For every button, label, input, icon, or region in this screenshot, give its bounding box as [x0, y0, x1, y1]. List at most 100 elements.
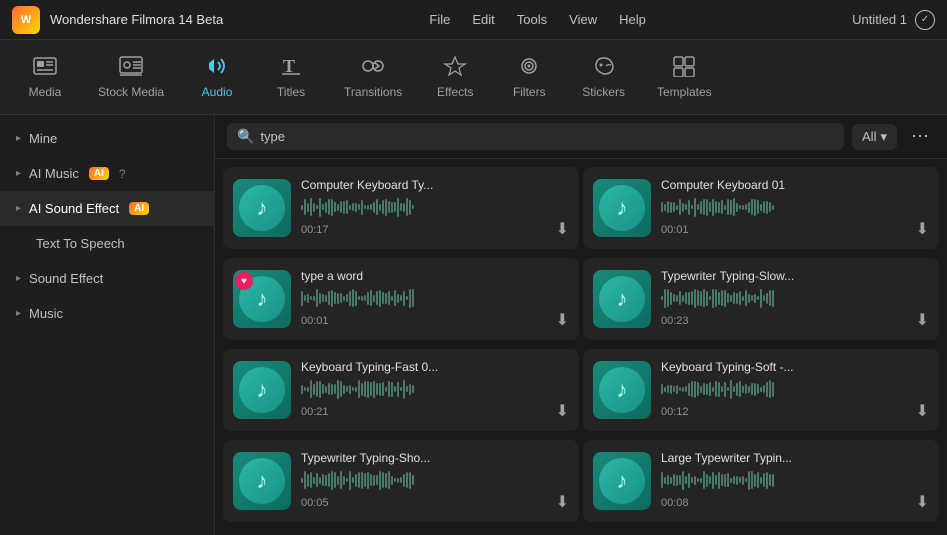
waveform-bar [667, 385, 669, 393]
nav-effects-label: Effects [437, 85, 473, 99]
search-filter-dropdown[interactable]: All ▾ [852, 124, 897, 150]
waveform-bar [313, 384, 315, 395]
waveform-bar [319, 293, 321, 304]
audio-title: Keyboard Typing-Soft -... [661, 360, 929, 374]
waveform-bar [700, 386, 702, 393]
sound-effect-arrow-icon: ▸ [16, 273, 21, 284]
sidebar-item-mine[interactable]: ▸ Mine [0, 121, 214, 156]
waveform-bar [676, 295, 678, 302]
sidebar: ▸ Mine ▸ AI Music AI ? ▸ AI Sound Effect… [0, 115, 215, 535]
waveform-bar [304, 471, 306, 489]
menu-edit[interactable]: Edit [470, 8, 496, 31]
audio-title: Typewriter Typing-Sho... [301, 451, 569, 465]
waveform-bar [679, 291, 681, 305]
sidebar-item-sound-effect[interactable]: ▸ Sound Effect [0, 261, 214, 296]
waveform-bar [358, 204, 360, 210]
download-button[interactable]: ⬇ [916, 404, 929, 420]
waveform-bar [391, 476, 393, 485]
sidebar-item-music[interactable]: ▸ Music [0, 296, 214, 331]
waveform-bar [301, 385, 303, 394]
audio-card[interactable]: ♥♪type a word00:01⬇ [223, 258, 579, 340]
sidebar-item-ai-music[interactable]: ▸ AI Music AI ? [0, 156, 214, 191]
sidebar-item-ai-sound-effect[interactable]: ▸ AI Sound Effect AI [0, 191, 214, 226]
nav-media[interactable]: Media [10, 45, 80, 110]
audio-card[interactable]: ♪Typewriter Typing-Slow...00:23⬇ [583, 258, 939, 340]
nav-templates[interactable]: Templates [643, 45, 726, 110]
waveform-bar [694, 198, 696, 217]
sidebar-item-text-to-speech[interactable]: Text To Speech [0, 226, 214, 261]
download-button[interactable]: ⬇ [916, 495, 929, 511]
audio-card[interactable]: ♪Keyboard Typing-Fast 0...00:21⬇ [223, 349, 579, 431]
waveform-bar [307, 203, 309, 212]
waveform-bar [682, 471, 684, 490]
nav-transitions-label: Transitions [344, 85, 402, 99]
waveform-bar [304, 387, 306, 391]
waveform-bar [319, 381, 321, 398]
audio-card[interactable]: ♪Typewriter Typing-Sho...00:05⬇ [223, 440, 579, 522]
menu-view[interactable]: View [567, 8, 599, 31]
waveform-bar [334, 472, 336, 488]
waveform-bar [670, 477, 672, 484]
nav-transitions[interactable]: Transitions [330, 45, 416, 110]
nav-stickers-label: Stickers [582, 85, 625, 99]
waveform-bar [739, 381, 741, 397]
download-button[interactable]: ⬇ [556, 313, 569, 329]
search-input[interactable] [260, 129, 834, 144]
waveform-bar [364, 295, 366, 301]
waveform-bar [721, 200, 723, 214]
nav-audio[interactable]: Audio [182, 45, 252, 110]
download-button[interactable]: ⬇ [916, 313, 929, 329]
waveform-bar [385, 473, 387, 488]
waveform-bar [757, 472, 759, 488]
project-status-icon[interactable]: ✓ [915, 10, 935, 30]
waveform-bar [685, 292, 687, 304]
waveform-bar [361, 200, 363, 215]
audio-card[interactable]: ♪Keyboard Typing-Soft -...00:12⬇ [583, 349, 939, 431]
waveform-bar [385, 293, 387, 304]
waveform-bar [337, 380, 339, 399]
waveform-bar [763, 385, 765, 393]
nav-stock-media-label: Stock Media [98, 85, 164, 99]
waveform-bar [748, 471, 750, 490]
waveform-bar [715, 201, 717, 213]
waveform-bar [316, 205, 318, 209]
menu-tools[interactable]: Tools [515, 8, 549, 31]
menu-help[interactable]: Help [617, 8, 648, 31]
download-button[interactable]: ⬇ [916, 222, 929, 238]
audio-duration: 00:01 [661, 224, 689, 236]
audio-waveform [661, 287, 929, 309]
audio-waveform [301, 378, 569, 400]
waveform-bar [400, 203, 402, 211]
more-options-button[interactable]: ⋯ [905, 124, 935, 149]
waveform-bar [319, 477, 321, 484]
waveform-bar [397, 382, 399, 397]
audio-card[interactable]: ♪Computer Keyboard 0100:01⬇ [583, 167, 939, 249]
audio-card[interactable]: ♪Large Typewriter Typin...00:08⬇ [583, 440, 939, 522]
nav-templates-label: Templates [657, 85, 712, 99]
waveform-bar [328, 199, 330, 215]
waveform-bar [406, 472, 408, 488]
audio-footer: 00:23⬇ [661, 313, 929, 329]
search-input-wrapper[interactable]: 🔍 [227, 123, 844, 150]
nav-titles[interactable]: T Titles [256, 45, 326, 110]
waveform-bar [712, 289, 714, 308]
menu-file[interactable]: File [427, 8, 452, 31]
waveform-bar [697, 204, 699, 210]
download-button[interactable]: ⬇ [556, 404, 569, 420]
nav-filters[interactable]: Filters [494, 45, 564, 110]
nav-stickers[interactable]: Stickers [568, 45, 639, 110]
nav-stock-media[interactable]: Stock Media [84, 45, 178, 110]
nav-effects[interactable]: Effects [420, 45, 490, 110]
download-button[interactable]: ⬇ [556, 222, 569, 238]
waveform-bar [763, 295, 765, 301]
waveform-bar [703, 289, 705, 307]
waveform-bar [736, 476, 738, 485]
waveform-bar [670, 292, 672, 305]
download-button[interactable]: ⬇ [556, 495, 569, 511]
waveform-bar [370, 474, 372, 486]
waveform-bar [682, 295, 684, 302]
audio-card[interactable]: ♪Computer Keyboard Ty...00:17⬇ [223, 167, 579, 249]
ai-music-help-icon[interactable]: ? [119, 167, 126, 181]
waveform-bar [763, 473, 765, 487]
waveform-bar [769, 290, 771, 306]
